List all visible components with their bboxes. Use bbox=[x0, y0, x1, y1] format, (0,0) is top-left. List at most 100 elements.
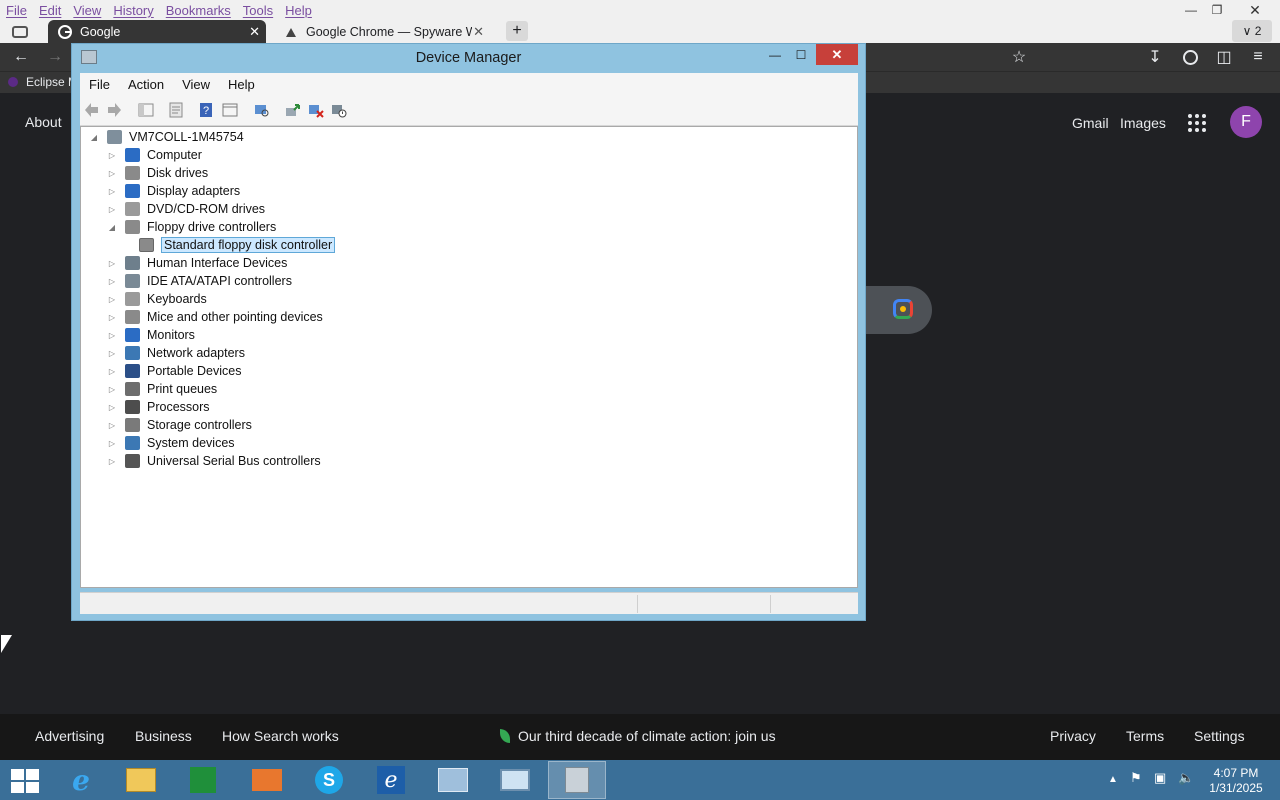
tree-category[interactable]: ▷ Storage controllers bbox=[107, 416, 252, 434]
avatar[interactable]: F bbox=[1230, 106, 1262, 138]
tree-category[interactable]: ▷ Mice and other pointing devices bbox=[107, 308, 323, 326]
expand-arrow-icon[interactable]: ▷ bbox=[107, 205, 117, 214]
dm-minimize-button[interactable]: — bbox=[762, 44, 788, 65]
menu-file[interactable]: File bbox=[0, 3, 33, 18]
climate-link[interactable]: Our third decade of climate action: join… bbox=[500, 728, 776, 744]
google-lens-icon[interactable] bbox=[893, 299, 913, 319]
network-icon[interactable]: ▣ bbox=[1154, 770, 1166, 786]
tree-category[interactable]: ▷ IDE ATA/ATAPI controllers bbox=[107, 272, 292, 290]
start-button[interactable] bbox=[11, 769, 39, 793]
expand-arrow-icon[interactable]: ▷ bbox=[107, 403, 117, 412]
expand-arrow-icon[interactable]: ▷ bbox=[107, 277, 117, 286]
expand-arrow-icon[interactable]: ▷ bbox=[107, 187, 117, 196]
menu-view[interactable]: View bbox=[67, 3, 107, 18]
taskbar-file-explorer[interactable] bbox=[112, 761, 170, 799]
menu-history[interactable]: History bbox=[107, 3, 159, 18]
device-tree[interactable]: ◢ VM7COLL-1M45754 ▷ Computer ▷ Disk drives ▷… bbox=[80, 126, 858, 588]
extensions-icon[interactable]: ◫ bbox=[1213, 46, 1235, 68]
expand-arrow-icon[interactable]: ▷ bbox=[107, 331, 117, 340]
back-arrow-icon[interactable] bbox=[84, 102, 100, 118]
how-search-works-link[interactable]: How Search works bbox=[222, 728, 339, 744]
taskbar-store[interactable] bbox=[174, 761, 232, 799]
tree-category[interactable]: ▷ Processors bbox=[107, 398, 210, 416]
taskbar-ie-metro[interactable]: e bbox=[362, 761, 420, 799]
expand-arrow-icon[interactable]: ▷ bbox=[107, 439, 117, 448]
tree-category[interactable]: ▷ Keyboards bbox=[107, 290, 207, 308]
tree-root[interactable]: ◢ VM7COLL-1M45754 bbox=[89, 128, 244, 146]
taskbar-device-manager[interactable] bbox=[548, 761, 606, 799]
tab-google[interactable]: Google ✕ bbox=[48, 20, 266, 43]
dm-close-button[interactable]: ✕ bbox=[816, 44, 858, 65]
tree-category[interactable]: ▷ Network adapters bbox=[107, 344, 245, 362]
dm-menu-action[interactable]: Action bbox=[119, 77, 173, 92]
tree-category[interactable]: ▷ Portable Devices bbox=[107, 362, 242, 380]
expand-arrow-icon[interactable]: ▷ bbox=[107, 367, 117, 376]
dm-maximize-button[interactable]: ☐ bbox=[788, 44, 814, 65]
menu-edit[interactable]: Edit bbox=[33, 3, 67, 18]
tree-category[interactable]: ▷ Print queues bbox=[107, 380, 217, 398]
tab-close-icon[interactable]: ✕ bbox=[249, 24, 260, 40]
taskbar-remote-desktop[interactable] bbox=[486, 761, 544, 799]
expand-arrow-icon[interactable]: ▷ bbox=[107, 349, 117, 358]
expand-arrow-icon[interactable]: ▷ bbox=[107, 421, 117, 430]
expand-arrow-icon[interactable]: ▷ bbox=[107, 457, 117, 466]
menu-tools[interactable]: Tools bbox=[237, 3, 279, 18]
action-center-flag-icon[interactable]: ⚑ bbox=[1130, 770, 1142, 786]
google-apps-icon[interactable] bbox=[1188, 114, 1206, 132]
uninstall-icon[interactable] bbox=[308, 102, 324, 118]
tab-list-button[interactable]: ∨ 2 bbox=[1232, 20, 1272, 42]
forward-arrow-icon[interactable] bbox=[106, 102, 122, 118]
collapse-arrow-icon[interactable]: ◢ bbox=[89, 133, 99, 142]
tree-category[interactable]: ▷ Computer bbox=[107, 146, 202, 164]
expand-arrow-icon[interactable]: ▷ bbox=[107, 295, 117, 304]
menu-help[interactable]: Help bbox=[279, 3, 318, 18]
forward-icon[interactable]: → bbox=[44, 46, 66, 68]
new-tab-button[interactable]: + bbox=[506, 21, 528, 41]
browser-restore-button[interactable]: ❐ bbox=[1206, 0, 1228, 20]
google-about-link[interactable]: About bbox=[25, 114, 62, 130]
dm-menu-view[interactable]: View bbox=[173, 77, 219, 92]
tree-category[interactable]: ▷ System devices bbox=[107, 434, 235, 452]
properties-icon[interactable] bbox=[168, 102, 184, 118]
settings-link[interactable]: Settings bbox=[1194, 728, 1245, 744]
tree-category[interactable]: ▷ Monitors bbox=[107, 326, 195, 344]
business-link[interactable]: Business bbox=[135, 728, 192, 744]
view-icon[interactable] bbox=[222, 102, 238, 118]
tree-category[interactable]: ▷ Universal Serial Bus controllers bbox=[107, 452, 321, 470]
download-icon[interactable]: ↧ bbox=[1144, 46, 1166, 68]
taskbar-clock[interactable]: 4:07 PM 1/31/2025 bbox=[1200, 766, 1272, 796]
back-icon[interactable]: ← bbox=[10, 46, 32, 68]
device-manager-titlebar[interactable]: Device Manager — ☐ ✕ bbox=[72, 44, 865, 72]
bookmark-eclipse[interactable]: Eclipse M bbox=[8, 75, 78, 89]
browser-close-button[interactable]: ✕ bbox=[1242, 0, 1268, 20]
expand-arrow-icon[interactable]: ▷ bbox=[107, 169, 117, 178]
bookmark-star-icon[interactable]: ☆ bbox=[1008, 46, 1030, 68]
tab-spyware[interactable]: Google Chrome — Spyware Wa ✕ bbox=[276, 20, 490, 43]
images-link[interactable]: Images bbox=[1120, 115, 1166, 131]
volume-muted-icon[interactable]: 🔈 bbox=[1178, 770, 1194, 786]
expand-arrow-icon[interactable]: ▷ bbox=[107, 385, 117, 394]
terms-link[interactable]: Terms bbox=[1126, 728, 1164, 744]
scan-hardware-icon[interactable] bbox=[254, 102, 270, 118]
expand-arrow-icon[interactable]: ▷ bbox=[107, 313, 117, 322]
tree-category[interactable]: ▷ Human Interface Devices bbox=[107, 254, 287, 272]
menu-hamburger-icon[interactable]: ≡ bbox=[1247, 46, 1269, 68]
privacy-link[interactable]: Privacy bbox=[1050, 728, 1096, 744]
dm-menu-file[interactable]: File bbox=[80, 77, 119, 92]
taskbar-control-panel[interactable] bbox=[424, 761, 482, 799]
gmail-link[interactable]: Gmail bbox=[1072, 115, 1109, 131]
tree-category[interactable]: ▷ Disk drives bbox=[107, 164, 208, 182]
disable-device-icon[interactable] bbox=[331, 102, 347, 118]
expand-arrow-icon[interactable]: ▷ bbox=[107, 259, 117, 268]
menu-bookmarks[interactable]: Bookmarks bbox=[160, 3, 237, 18]
taskbar-skype[interactable]: S bbox=[300, 761, 358, 799]
show-hide-tree-icon[interactable] bbox=[138, 102, 154, 118]
tree-category[interactable]: ▷ DVD/CD-ROM drives bbox=[107, 200, 265, 218]
taskbar-app-orange[interactable] bbox=[238, 761, 296, 799]
tree-child-selected[interactable]: Standard floppy disk controller bbox=[139, 236, 336, 254]
browser-minimize-button[interactable]: — bbox=[1180, 0, 1202, 20]
tab-overview-button[interactable] bbox=[8, 20, 32, 43]
account-icon[interactable] bbox=[1179, 46, 1201, 68]
taskbar-internet-explorer[interactable]: e bbox=[52, 761, 110, 799]
tab-close-icon[interactable]: ✕ bbox=[473, 24, 484, 40]
